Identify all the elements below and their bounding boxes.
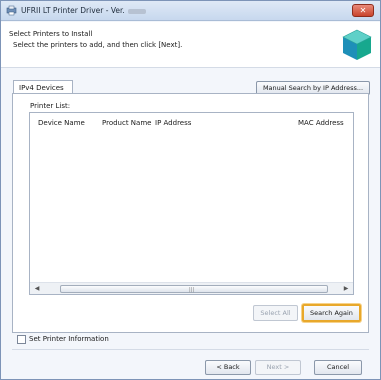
printer-list[interactable]: Device Name Product Name IP Address MAC … (29, 112, 354, 295)
column-header-ip-address[interactable]: IP Address (155, 119, 191, 127)
close-icon: ✕ (359, 6, 367, 15)
next-button[interactable]: Next > (255, 360, 301, 375)
close-button[interactable]: ✕ (352, 4, 374, 17)
version-redacted (127, 8, 146, 14)
printer-cube-icon (342, 29, 372, 60)
window-title-text: UFRII LT Printer Driver - Ver. (21, 6, 125, 15)
scroll-right-icon[interactable]: ▶ (341, 284, 351, 294)
column-header-device-name[interactable]: Device Name (38, 119, 85, 127)
column-header-product-name[interactable]: Product Name (102, 119, 151, 127)
search-again-button[interactable]: Search Again (302, 304, 361, 322)
title-bar: UFRII LT Printer Driver - Ver. ✕ (1, 1, 380, 21)
scroll-thumb[interactable]: ||| (60, 285, 328, 293)
set-printer-info-label: Set Printer Information (29, 335, 109, 343)
column-header-mac-address[interactable]: MAC Address (298, 119, 344, 127)
printer-app-icon (6, 5, 17, 16)
window-title: UFRII LT Printer Driver - Ver. (21, 6, 146, 15)
page-header: Select Printers to Install Select the pr… (1, 22, 380, 68)
scroll-left-icon[interactable]: ◀ (32, 284, 42, 294)
horizontal-scrollbar[interactable]: ◀ ||| ▶ (30, 282, 353, 294)
footer-divider (12, 349, 369, 350)
page-title: Select Printers to Install (9, 30, 93, 38)
page-subtitle: Select the printers to add, and then cli… (13, 41, 183, 49)
back-button[interactable]: < Back (205, 360, 251, 375)
cancel-button[interactable]: Cancel (314, 360, 362, 375)
printer-list-label: Printer List: (30, 102, 71, 110)
select-all-button[interactable]: Select All (253, 305, 298, 321)
grip-icon: ||| (189, 287, 195, 293)
set-printer-info-checkbox[interactable] (17, 334, 26, 344)
installer-window: UFRII LT Printer Driver - Ver. ✕ Select … (0, 0, 381, 380)
set-printer-info-row[interactable]: Set Printer Information (17, 333, 109, 345)
tab-ipv4-devices[interactable]: IPv4 Devices (13, 80, 73, 94)
